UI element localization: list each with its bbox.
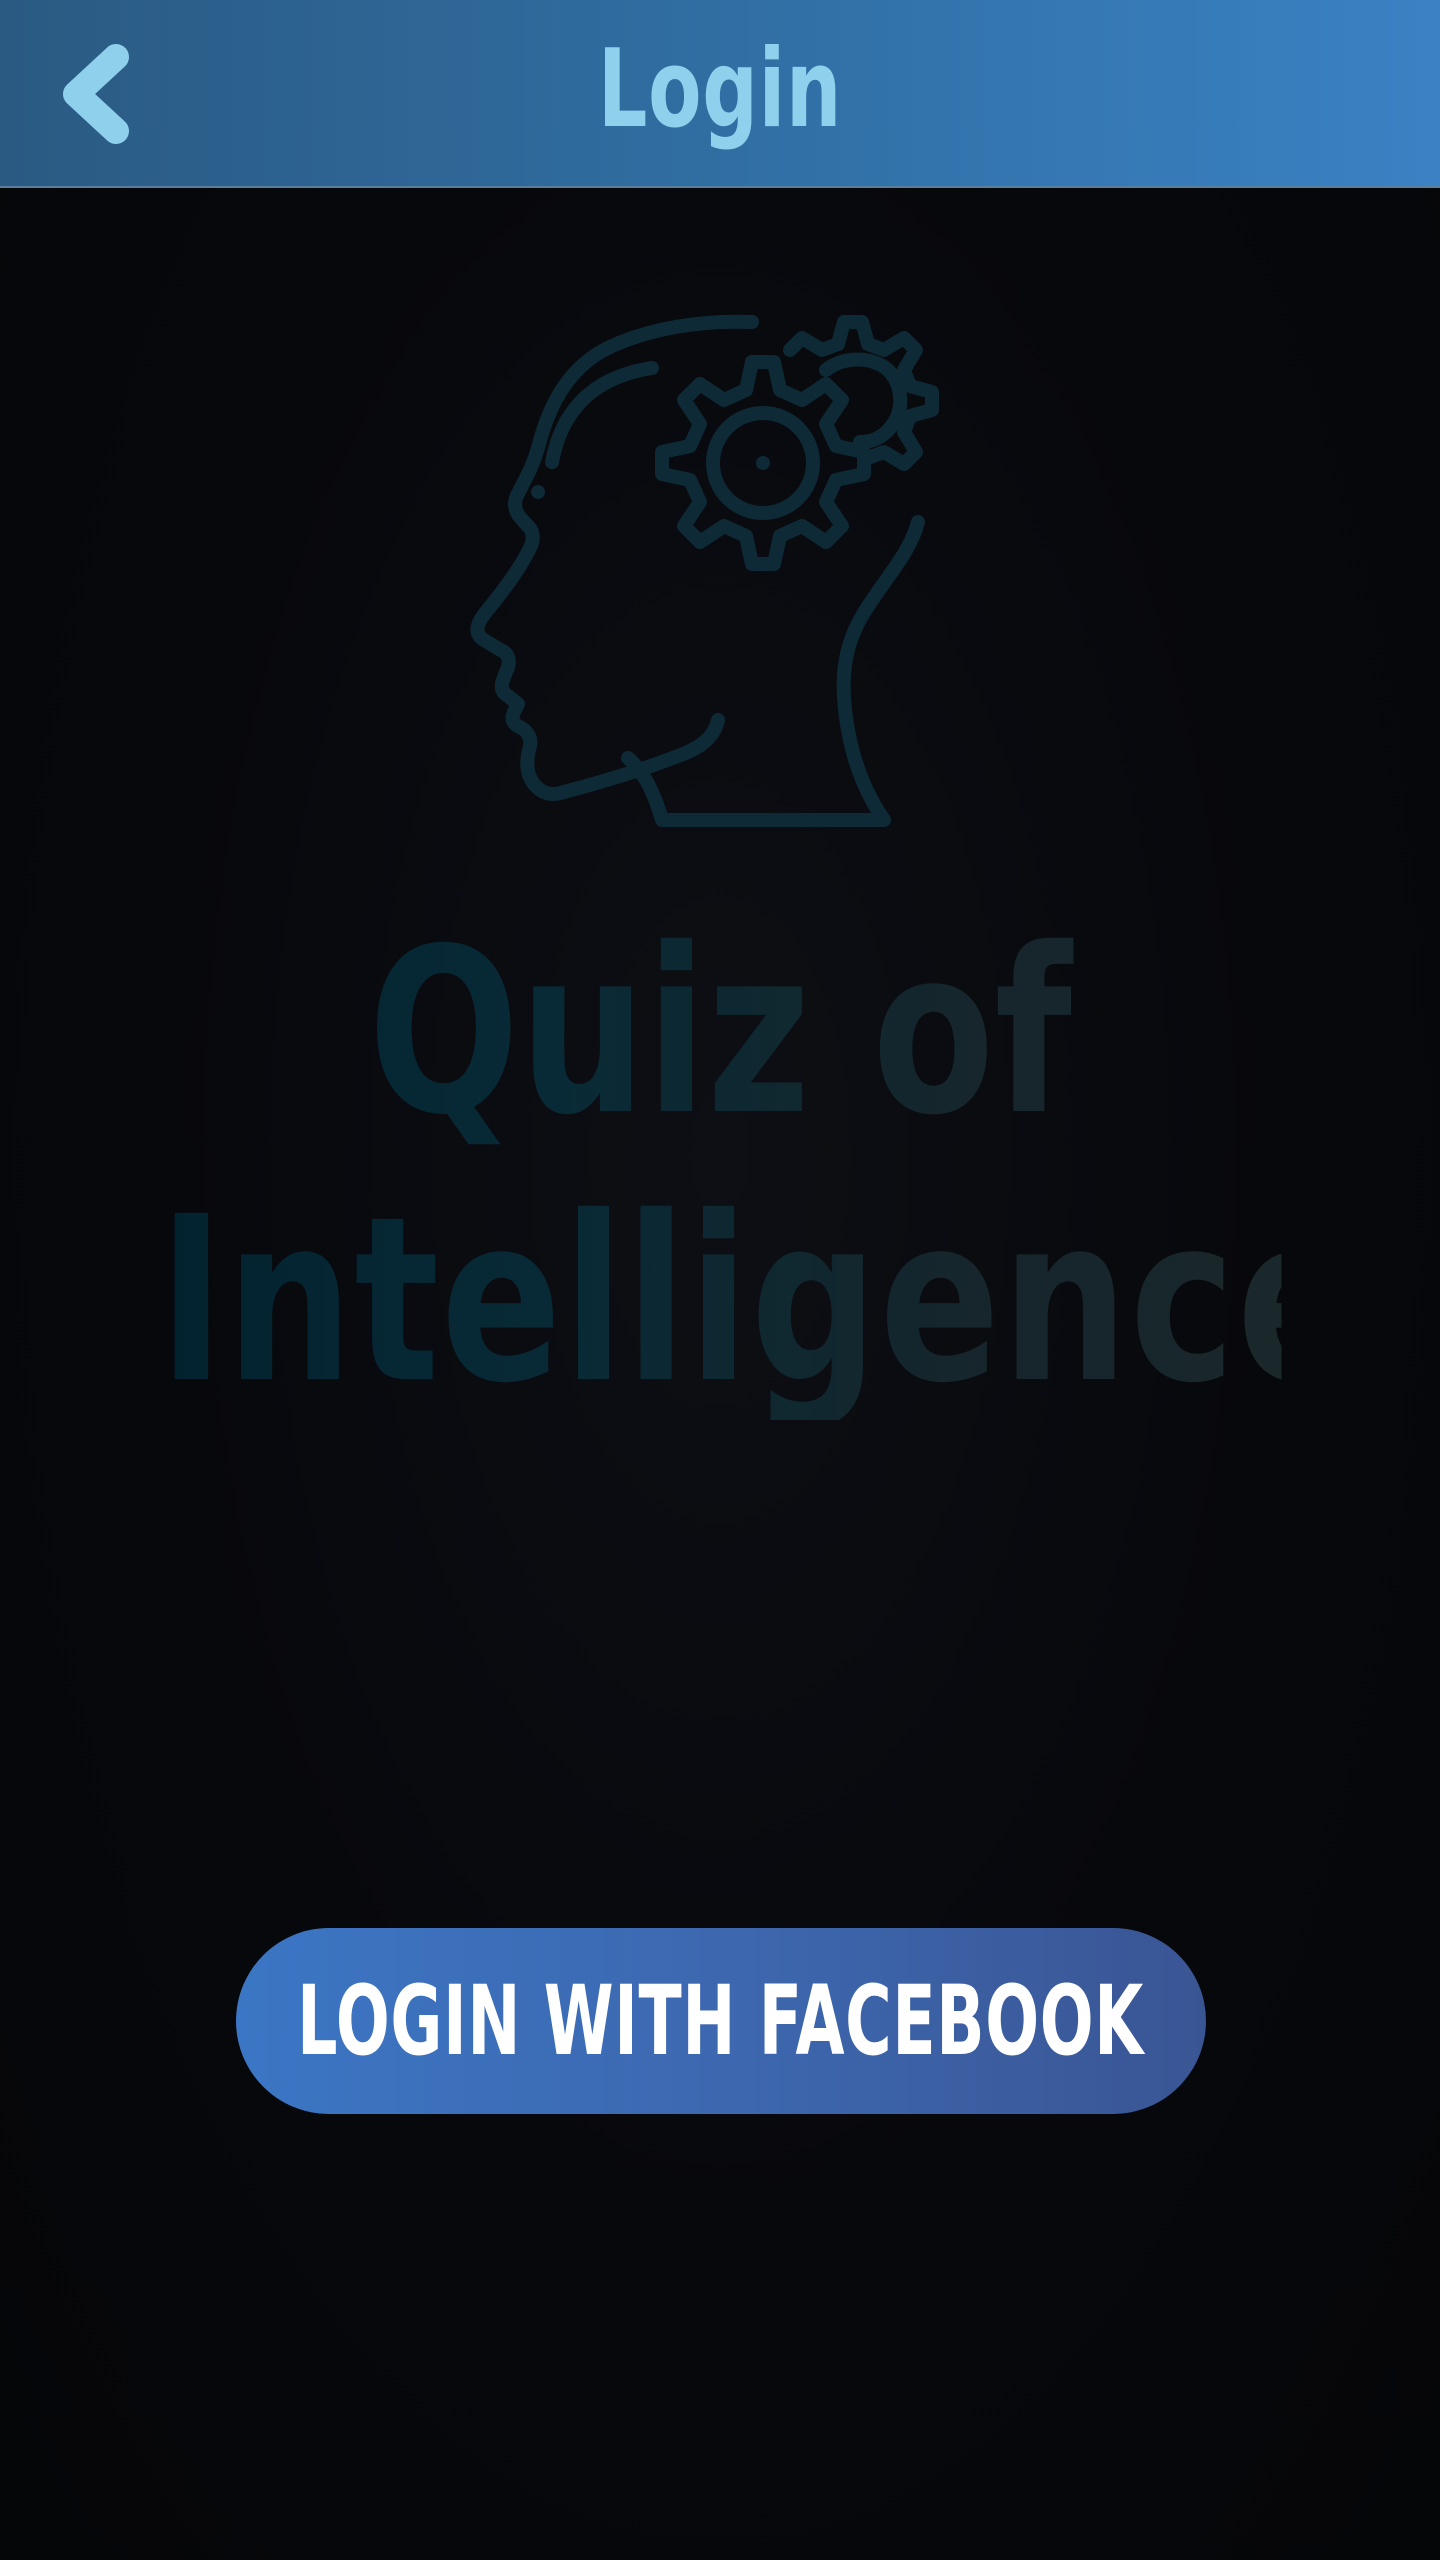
brain-gear-head-icon [470, 314, 939, 827]
app-title-line-1: Quiz of [158, 912, 1281, 1152]
login-with-facebook-button[interactable]: LOGIN WITH FACEBOOK [236, 1928, 1206, 2114]
app-title-line-2: Intelligence [158, 1167, 1359, 1433]
login-button-label: LOGIN WITH FACEBOOK [297, 1965, 1145, 2077]
page-title: Login [597, 27, 843, 152]
back-button[interactable] [36, 34, 156, 154]
header-bar: Login [0, 0, 1440, 188]
login-screen: Login Quiz of Intelligence LOGIN WITH FA… [0, 0, 1440, 2560]
chevron-left-icon [63, 44, 129, 144]
